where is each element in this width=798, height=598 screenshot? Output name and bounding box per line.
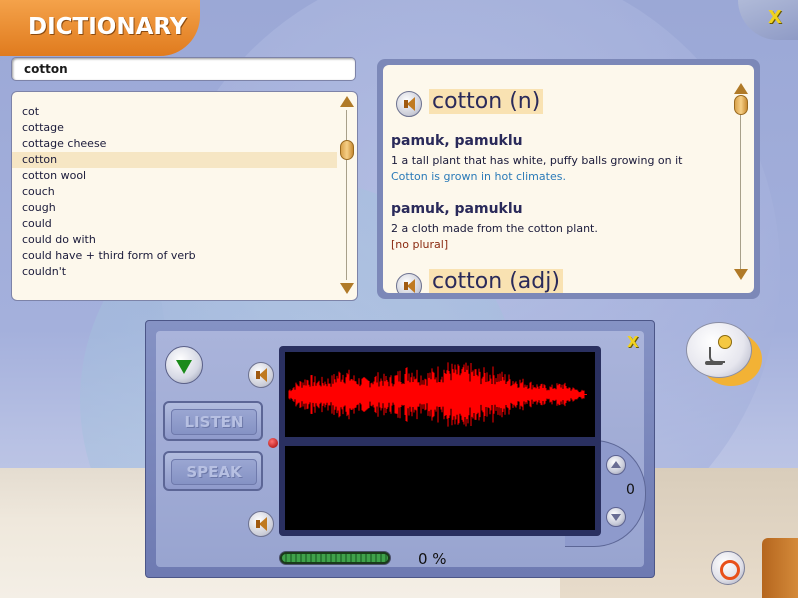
word-list-scrollbar[interactable]	[340, 96, 356, 296]
word-list-item[interactable]: cottage	[12, 120, 337, 136]
definition-text: 1 a tall plant that has white, puffy bal…	[391, 154, 683, 167]
progress-percent: 0 %	[418, 550, 447, 568]
scroll-thumb[interactable]	[734, 95, 748, 115]
speak-button-label: SPEAK	[171, 459, 257, 485]
waveform-display	[285, 352, 595, 437]
word-list-item[interactable]: cough	[12, 200, 337, 216]
word-list-item[interactable]: cotton wool	[12, 168, 337, 184]
word-list-item[interactable]: cottage cheese	[12, 136, 337, 152]
scroll-track[interactable]	[346, 110, 347, 280]
record-button-disc	[686, 322, 752, 378]
record-button[interactable]	[686, 322, 764, 386]
headword: cotton (n)	[429, 89, 544, 114]
word-list-panel: cot cottage cottage cheese cotton cotton…	[11, 91, 358, 301]
word-list: cot cottage cottage cheese cotton cotton…	[12, 104, 337, 280]
close-x-icon[interactable]: X	[627, 333, 639, 351]
counter-up-button[interactable]	[606, 455, 626, 475]
scroll-down-arrow-icon[interactable]	[340, 283, 354, 294]
counter-value: 0	[626, 482, 635, 498]
headword: cotton (adj)	[429, 269, 563, 293]
progress-bar	[279, 551, 391, 565]
speaker-icon[interactable]	[396, 273, 422, 293]
recording-display	[285, 446, 595, 530]
definition-text: 2 a cloth made from the cotton plant.	[391, 222, 598, 235]
word-list-item[interactable]: cot	[12, 104, 337, 120]
word-list-item[interactable]: could	[12, 216, 337, 232]
definition-scrollbar[interactable]	[734, 83, 750, 283]
translation: pamuk, pamuklu	[391, 133, 523, 149]
word-list-item[interactable]: could have + third form of verb	[12, 248, 337, 264]
scroll-thumb[interactable]	[340, 140, 354, 160]
definition-panel: cotton (n) pamuk, pamuklu 1 a tall plant…	[377, 59, 760, 299]
word-list-item-selected[interactable]: cotton	[12, 152, 337, 168]
lifebuoy-icon[interactable]	[711, 551, 745, 585]
word-list-item[interactable]: couldn't	[12, 264, 337, 280]
search-input[interactable]: cotton	[11, 57, 356, 81]
listen-button-label: LISTEN	[171, 409, 257, 435]
scroll-up-arrow-icon[interactable]	[340, 96, 354, 107]
speaker-icon[interactable]	[396, 91, 422, 117]
bench-decoration	[762, 538, 798, 598]
waveform-icon	[288, 362, 587, 427]
definition-content: cotton (n) pamuk, pamuklu 1 a tall plant…	[383, 65, 754, 293]
record-indicator-icon	[268, 438, 278, 448]
page-title: DICTIONARY	[28, 14, 187, 40]
scroll-track[interactable]	[740, 97, 741, 277]
speak-button[interactable]: SPEAK	[163, 451, 263, 491]
example-sentence: Cotton is grown in hot climates.	[391, 170, 566, 183]
speaker-icon[interactable]	[248, 362, 274, 388]
word-list-item[interactable]: couch	[12, 184, 337, 200]
play-button[interactable]	[165, 346, 203, 384]
scroll-down-arrow-icon[interactable]	[734, 269, 748, 280]
word-list-item[interactable]: could do with	[12, 232, 337, 248]
microphone-base	[705, 361, 723, 365]
close-x-icon[interactable]: X	[768, 7, 782, 28]
translation: pamuk, pamuklu	[391, 201, 523, 217]
scroll-up-arrow-icon[interactable]	[734, 83, 748, 94]
counter-down-button[interactable]	[606, 507, 626, 527]
usage-note: [no plural]	[391, 238, 449, 251]
progress-fill	[282, 554, 388, 562]
listen-button[interactable]: LISTEN	[163, 401, 263, 441]
speaker-icon[interactable]	[248, 511, 274, 537]
